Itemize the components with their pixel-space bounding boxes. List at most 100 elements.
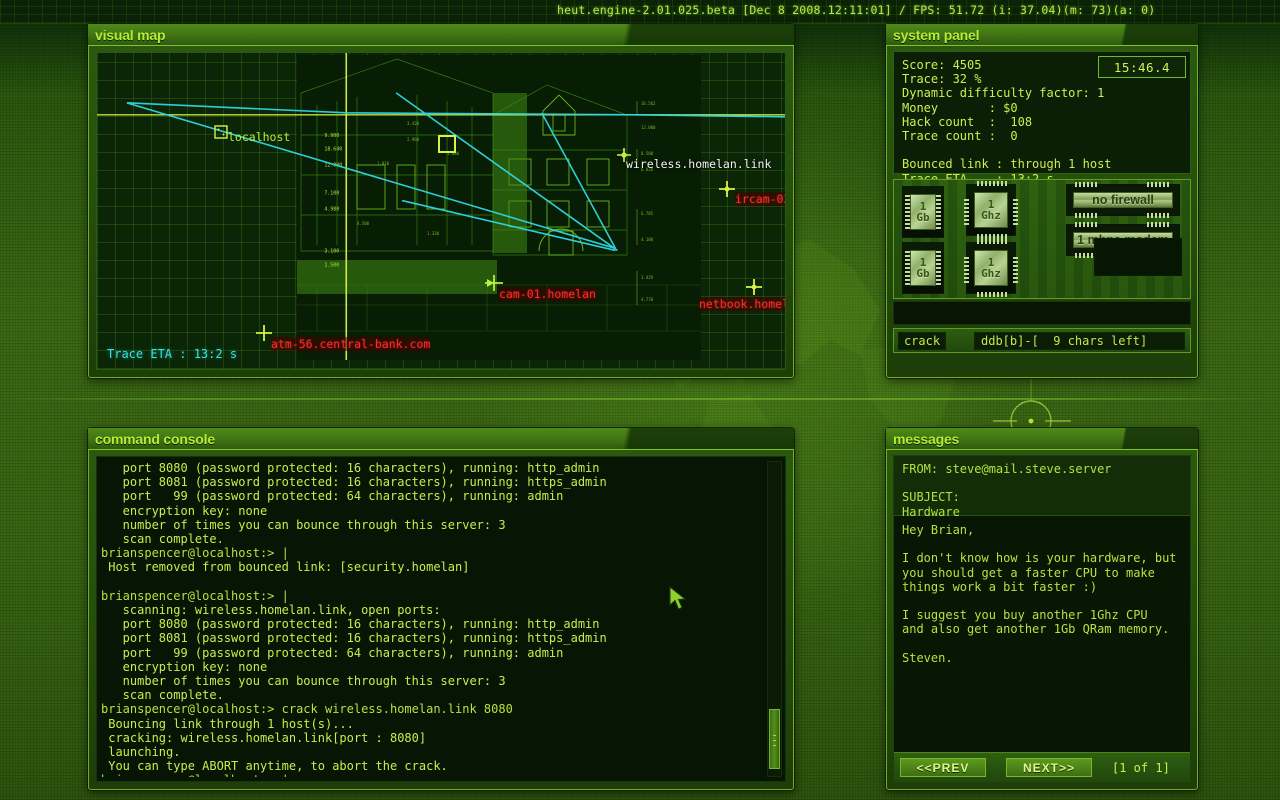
cpu-pins-top-icon [977, 239, 1007, 244]
console-line: encryption key: none [101, 504, 759, 518]
map-node-label-atm-56[interactable]: atm-56.central-bank.com [271, 337, 430, 351]
node-marker-bounce-point[interactable] [438, 135, 456, 153]
console-line: encryption key: none [101, 660, 759, 674]
empty-hardware-slot[interactable] [1094, 238, 1182, 276]
map-trace-eta: Trace ETA : 13:2 s [107, 347, 237, 361]
cpu-pins-bottom-icon [977, 292, 1007, 297]
crack-bar: crack ddb[b]-[ 9 chars left] [893, 328, 1191, 353]
background-divider-line [0, 398, 1280, 400]
map-node-label-netbook[interactable]: netbook.homelan [699, 297, 785, 311]
next-message-button[interactable]: NEXT>> [1006, 758, 1092, 777]
map-node-label-ircam-02[interactable]: ircam-02.homelan [735, 192, 785, 206]
system-clock: 15:46.4 [1098, 56, 1186, 78]
console-line: port 99 (password protected: 64 characte… [101, 646, 759, 660]
engine-status-line: heut.engine-2.01.025.beta [Dec 8 2008.12… [557, 3, 1155, 17]
cpu-pins-right-icon [1013, 197, 1018, 225]
system-panel: system panel Score: 4505 Trace: 32 % Dyn… [886, 24, 1198, 378]
node-marker-ircam-02[interactable] [719, 181, 735, 197]
console-line: brianspencer@localhost:> crack wireless.… [101, 702, 759, 716]
system-panel-title: system panel [893, 27, 979, 43]
console-line: cracking: wireless.homelan.link[port : 8… [101, 731, 759, 745]
map-node-label-wireless[interactable]: wireless.homelan.link [626, 157, 771, 171]
cpu-pins-left-icon [964, 255, 969, 283]
console-scrollbar-track[interactable] [767, 461, 782, 777]
map-node-label-cam-01[interactable]: cam-01.homelan [499, 287, 596, 301]
cpu-1-unit: Ghz [981, 210, 1001, 221]
console-line: Bouncing link through 1 host(s)... [101, 717, 759, 731]
stat-spacer [902, 143, 1190, 157]
console-line: scanning: wireless.homelan.link, open po… [101, 603, 759, 617]
console-line: Host removed from bounced link: [securit… [101, 560, 759, 574]
ram-pins-right-icon [936, 251, 941, 285]
ram-2-unit: Gb [916, 268, 929, 279]
system-panel-titlebar: system panel [886, 24, 1198, 46]
command-console-body[interactable]: port 8080 (password protected: 16 charac… [96, 456, 786, 782]
console-line [101, 575, 759, 589]
modem-pins-top-right-icon [1147, 222, 1171, 227]
cpu-chip-1[interactable]: 1 Ghz [966, 184, 1016, 236]
console-line: port 8081 (password protected: 16 charac… [101, 475, 759, 489]
firewall-pins-bottom-left-icon [1075, 213, 1099, 218]
cpu-pins-left-icon [964, 197, 969, 225]
message-header: FROM: steve@mail.steve.server SUBJECT: H… [894, 456, 1190, 516]
ram-module-2-label: 1 Gb [910, 250, 936, 286]
stat-hack-count: Hack count : 108 [902, 115, 1190, 129]
firewall-pins-top-right-icon [1147, 182, 1171, 187]
console-line: number of times you can bounce through t… [101, 518, 759, 532]
visual-map-titlebar: visual map [88, 24, 794, 46]
cpu-pins-top-icon [977, 181, 1007, 186]
system-panel-body: Score: 4505 Trace: 32 % Dynamic difficul… [893, 51, 1191, 371]
console-line: brianspencer@localhost:> | [101, 589, 759, 603]
message-body-text: Hey Brian, I don't know how is your hard… [894, 517, 1190, 746]
stat-difficulty: Dynamic difficulty factor: 1 [902, 86, 1190, 100]
console-scrollbar-thumb[interactable] [769, 709, 780, 769]
console-line: port 8080 (password protected: 16 charac… [101, 461, 759, 475]
stat-money: Money : $0 [902, 101, 1190, 115]
command-console-title: command console [95, 431, 215, 447]
command-console-titlebar: command console [88, 428, 794, 450]
visual-map-title: visual map [95, 27, 165, 43]
system-panel-spacer-bar [893, 301, 1191, 325]
console-line: launching. [101, 745, 759, 759]
map-node-label-localhost[interactable]: localhost [228, 130, 290, 144]
stat-bounced-link: Bounced link : through 1 host [902, 157, 1190, 171]
firewall-card[interactable]: no firewall [1066, 184, 1180, 216]
stat-trace-count: Trace count : 0 [902, 129, 1190, 143]
console-line: scan complete. [101, 532, 759, 546]
messages-title: messages [893, 431, 959, 447]
mouse-cursor-icon [668, 586, 690, 612]
firewall-pins-bottom-right-icon [1147, 213, 1171, 218]
console-line: scan complete. [101, 688, 759, 702]
map-canvas[interactable]: 3.4202.960 1.0101.880 4.5001.330 16.5621… [97, 53, 785, 369]
ram-module-1[interactable]: 1 Gb [902, 186, 944, 238]
messages-navigation: <<PREV NEXT>> [1 of 1] [894, 752, 1190, 782]
crack-progress-field: ddb[b]-[ 9 chars left] [974, 332, 1185, 350]
console-line: number of times you can bounce through t… [101, 674, 759, 688]
crack-button[interactable]: crack [898, 332, 946, 350]
console-line: brianspencer@localhost:> | [101, 773, 759, 777]
scrollbar-grip-icon [773, 732, 776, 746]
ram-module-2[interactable]: 1 Gb [902, 242, 944, 294]
message-counter: [1 of 1] [1112, 761, 1170, 775]
node-marker-localhost[interactable] [214, 125, 228, 139]
map-link-lines [97, 53, 785, 360]
ram-pins-right-icon [936, 195, 941, 229]
visual-map-body: 3.4202.960 1.0101.880 4.5001.330 16.5621… [96, 52, 786, 370]
system-stats-block: Score: 4505 Trace: 32 % Dynamic difficul… [893, 51, 1191, 174]
cpu-chip-2-label: 1 Ghz [974, 250, 1008, 286]
firewall-pins-top-left-icon [1075, 182, 1099, 187]
console-line: port 99 (password protected: 64 characte… [101, 489, 759, 503]
cpu-chip-2[interactable]: 1 Ghz [966, 242, 1016, 294]
console-line: brianspencer@localhost:> | [101, 546, 759, 560]
console-line: You can type ABORT anytime, to abort the… [101, 759, 759, 773]
visual-map-panel: visual map [88, 24, 794, 378]
firewall-label: no firewall [1073, 192, 1173, 208]
modem-pins-top-left-icon [1075, 222, 1099, 227]
prev-message-button[interactable]: <<PREV [900, 758, 986, 777]
messages-titlebar: messages [886, 428, 1198, 450]
console-line: port 8081 (password protected: 16 charac… [101, 631, 759, 645]
node-marker-netbook[interactable] [746, 279, 762, 295]
console-output[interactable]: port 8080 (password protected: 16 charac… [101, 461, 759, 777]
console-line: port 8080 (password protected: 16 charac… [101, 617, 759, 631]
node-marker-atm-56[interactable] [256, 325, 272, 341]
